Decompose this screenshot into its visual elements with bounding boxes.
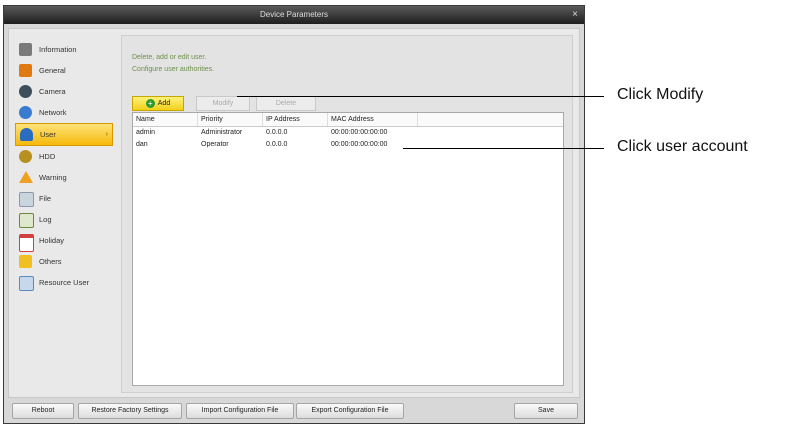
sidebar: Information General Camera Network User …	[15, 39, 115, 293]
sidebar-item-hdd[interactable]: HDD	[15, 146, 115, 167]
sidebar-item-warning[interactable]: Warning	[15, 167, 115, 188]
sidebar-item-holiday[interactable]: Holiday	[15, 230, 115, 252]
sidebar-item-label: Warning	[39, 173, 67, 182]
close-icon[interactable]: ×	[572, 6, 578, 24]
sidebar-item-label: Log	[39, 215, 52, 224]
window-titlebar: Device Parameters ×	[4, 6, 584, 24]
warning-icon	[19, 171, 33, 183]
description-line: Delete, add or edit user.	[132, 54, 207, 61]
sidebar-item-camera[interactable]: Camera	[15, 81, 115, 102]
panel-description: Delete, add or edit user. Configure user…	[132, 52, 214, 76]
sidebar-item-label: File	[39, 194, 52, 203]
general-icon	[19, 64, 32, 77]
modify-button[interactable]: Modify	[196, 96, 250, 111]
cell-name: dan	[136, 141, 148, 148]
cell-priority: Administrator	[201, 129, 243, 136]
window-client: Information General Camera Network User …	[8, 28, 580, 398]
window-title: Device Parameters	[259, 10, 329, 19]
sidebar-item-label: Camera	[39, 87, 66, 96]
sidebar-item-log[interactable]: Log	[15, 209, 115, 230]
sidebar-item-network[interactable]: Network	[15, 102, 115, 123]
save-button[interactable]: Save	[514, 403, 578, 419]
callout-line-user-account	[403, 148, 604, 149]
cell-ip-address: 0.0.0.0	[266, 141, 288, 148]
sidebar-item-label: User	[40, 130, 56, 139]
log-icon	[19, 213, 34, 228]
delete-button[interactable]: Delete	[256, 96, 316, 111]
sidebar-item-label: Others	[39, 257, 62, 266]
sidebar-item-label: General	[39, 66, 66, 75]
file-icon	[19, 192, 34, 207]
restore-factory-settings-button[interactable]: Restore Factory Settings	[78, 403, 182, 419]
table-row[interactable]: dan Operator 0.0.0.0 00:00:00:00:00:00	[133, 139, 563, 151]
cell-mac-address: 00:00:00:00:00:00	[331, 141, 388, 148]
user-panel: Delete, add or edit user. Configure user…	[121, 35, 573, 393]
calendar-icon	[19, 234, 34, 252]
export-configuration-button[interactable]: Export Configuration File	[296, 403, 404, 419]
table-row[interactable]: admin Administrator 0.0.0.0 00:00:00:00:…	[133, 127, 563, 139]
bottom-button-bar: Reboot Restore Factory Settings Import C…	[4, 398, 584, 422]
cell-mac-address: 00:00:00:00:00:00	[331, 129, 388, 136]
chevron-right-icon: ›	[105, 131, 108, 138]
sidebar-item-label: HDD	[39, 152, 56, 161]
sidebar-item-general[interactable]: General	[15, 60, 115, 81]
information-icon	[19, 43, 32, 56]
sidebar-item-information[interactable]: Information	[15, 39, 115, 60]
callout-user-account: Click user account	[617, 138, 748, 155]
hdd-icon	[19, 150, 32, 163]
user-icon	[20, 128, 33, 141]
sidebar-item-file[interactable]: File	[15, 188, 115, 209]
column-header-priority[interactable]: Priority	[198, 113, 263, 126]
add-button[interactable]: + Add	[132, 96, 184, 111]
sidebar-item-others[interactable]: Others	[15, 251, 115, 272]
sidebar-item-label: Holiday	[39, 236, 65, 245]
modify-button-label: Modify	[212, 100, 234, 107]
delete-button-label: Delete	[275, 100, 297, 107]
network-icon	[19, 106, 32, 119]
add-button-label: Add	[157, 100, 171, 107]
resource-user-icon	[19, 276, 34, 291]
cell-ip-address: 0.0.0.0	[266, 129, 288, 136]
callout-modify: Click Modify	[617, 86, 704, 103]
column-header-mac-address[interactable]: MAC Address	[328, 113, 418, 126]
column-header-name[interactable]: Name	[133, 113, 198, 126]
callout-line-modify	[237, 96, 604, 97]
table-header: Name Priority IP Address MAC Address	[133, 113, 563, 127]
camera-icon	[19, 85, 32, 98]
import-configuration-button[interactable]: Import Configuration File	[186, 403, 294, 419]
cell-name: admin	[136, 129, 156, 136]
sidebar-item-label: Network	[39, 108, 67, 117]
sidebar-item-label: Information	[39, 45, 77, 54]
cell-priority: Operator	[201, 141, 229, 148]
device-parameters-window: Device Parameters × Information General …	[3, 5, 585, 424]
user-table: Name Priority IP Address MAC Address adm…	[132, 112, 564, 386]
sidebar-item-resource-user[interactable]: Resource User	[15, 272, 115, 293]
folder-icon	[19, 255, 32, 268]
column-header-ip-address[interactable]: IP Address	[263, 113, 328, 126]
plus-icon: +	[145, 98, 155, 108]
sidebar-item-label: Resource User	[39, 278, 90, 287]
sidebar-item-user[interactable]: User ›	[15, 123, 113, 146]
description-line: Configure user authorities.	[132, 66, 215, 73]
reboot-button[interactable]: Reboot	[12, 403, 74, 419]
